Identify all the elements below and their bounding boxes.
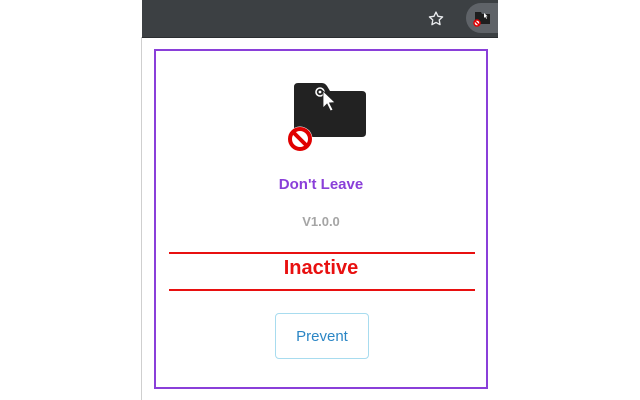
star-icon [428,11,444,26]
app-name: Don't Leave [278,176,364,193]
status-divider-bottom [169,289,475,291]
extension-popup: Don't Leave V1.0.0 Inactive Prevent [154,49,488,389]
extension-toolbar-button[interactable] [466,3,498,33]
dont-leave-extension-icon [473,12,490,27]
status-text: Inactive [283,257,359,279]
page-edge-divider [141,37,142,400]
bookmark-star-button[interactable] [424,8,448,30]
version-label: V1.0.0 [302,214,340,229]
status-divider-top [169,252,475,254]
folder-cursor-prohibited-icon [287,83,366,152]
prevent-button[interactable]: Prevent [275,313,369,359]
